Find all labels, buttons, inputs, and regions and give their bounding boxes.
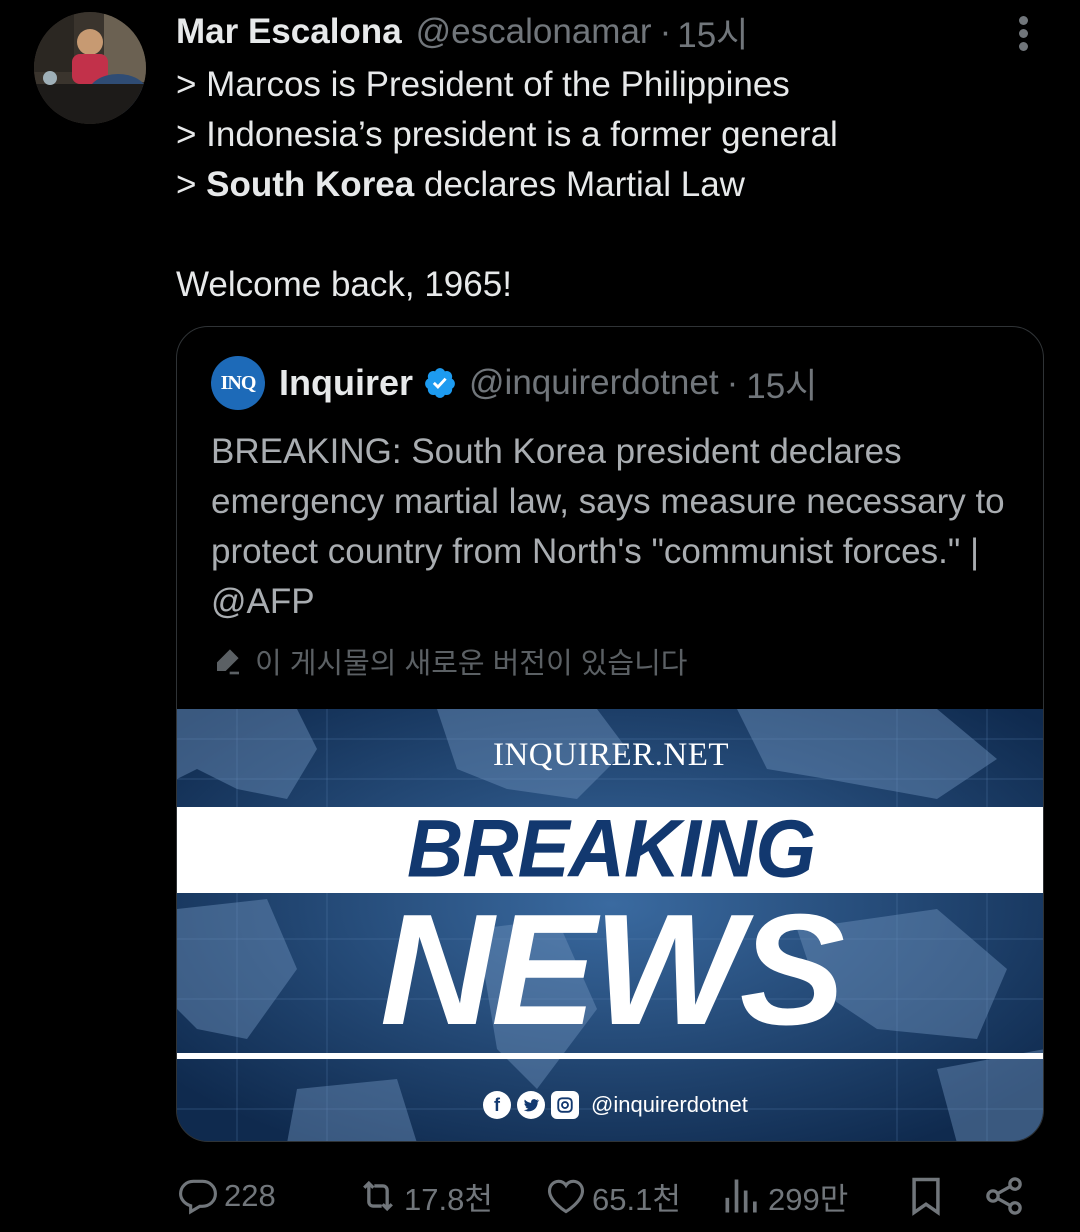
repost-count: 17.8천 <box>404 1181 493 1217</box>
facebook-icon: f <box>483 1091 511 1119</box>
quote-avatar[interactable]: INQ <box>211 356 265 410</box>
instagram-icon <box>551 1091 579 1119</box>
tweet-line: > Indonesia’s president is a former gene… <box>176 115 838 154</box>
media-headline-news: NEWS <box>380 882 845 1058</box>
tweet-text: > Marcos is President of the Philippines… <box>176 60 838 310</box>
views-button[interactable]: 299만 <box>720 1172 848 1220</box>
more-options-icon[interactable] <box>1010 14 1038 54</box>
reply-icon <box>179 1179 217 1215</box>
author-handle[interactable]: @escalonamar <box>416 12 652 52</box>
quote-separator: · <box>726 363 739 402</box>
verified-badge-icon <box>425 368 455 398</box>
media-social-row: f @inquirerdotnet <box>483 1091 748 1119</box>
share-icon <box>986 1177 1022 1215</box>
edit-pencil-icon <box>217 649 239 675</box>
views-count: 299만 <box>768 1181 849 1217</box>
quote-text: BREAKING: South Korea president declares… <box>211 432 1005 621</box>
avatar-photo <box>34 12 146 124</box>
tweet-line: > South Korea declares Martial Law <box>176 165 745 204</box>
edited-notice[interactable]: 이 게시물의 새로운 버전이 있습니다 <box>211 641 687 681</box>
quote-author-handle[interactable]: @inquirerdotnet <box>469 363 719 403</box>
tweet-header: Mar Escalona @escalonamar · 15시 <box>176 10 748 55</box>
separator-dot: · <box>659 12 672 51</box>
quote-header: INQ Inquirer @inquirerdotnet · 15시 <box>211 356 817 410</box>
twitter-icon <box>517 1091 545 1119</box>
bookmark-icon <box>912 1177 940 1216</box>
media-social-handle: @inquirerdotnet <box>591 1092 748 1117</box>
author-name[interactable]: Mar Escalona <box>176 12 402 52</box>
media-divider <box>177 1053 1043 1059</box>
repost-icon <box>363 1180 393 1212</box>
edited-notice-text: 이 게시물의 새로운 버전이 있습니다 <box>255 648 688 680</box>
author-avatar[interactable] <box>34 12 146 124</box>
like-button[interactable]: 65.1천 <box>544 1172 681 1220</box>
like-count: 65.1천 <box>592 1181 681 1217</box>
reply-count: 228 <box>224 1178 276 1213</box>
share-button[interactable] <box>982 1172 1030 1220</box>
tweet-time[interactable]: 15시 <box>677 7 748 58</box>
bookmark-button[interactable] <box>904 1172 952 1220</box>
quote-author-name[interactable]: Inquirer <box>279 362 413 404</box>
heart-icon <box>547 1179 585 1214</box>
media-site-name: INQUIRER.NET <box>492 737 730 773</box>
quote-time[interactable]: 15시 <box>746 358 817 409</box>
views-bar-chart-icon <box>725 1179 757 1213</box>
repost-button[interactable]: 17.8천 <box>356 1172 493 1220</box>
quoted-tweet[interactable]: INQ Inquirer @inquirerdotnet · 15시 BREAK… <box>176 326 1044 1142</box>
reply-button[interactable]: 228 <box>176 1172 276 1220</box>
tweet-closing: Welcome back, 1965! <box>176 265 512 304</box>
tweet-line: > Marcos is President of the Philippines <box>176 65 790 104</box>
quote-media-image[interactable]: INQUIRER.NET BREAKING NEWS f @inquirerdo… <box>177 709 1043 1141</box>
tweet-actions: 228 17.8천 65.1천 299만 <box>0 1172 1080 1220</box>
